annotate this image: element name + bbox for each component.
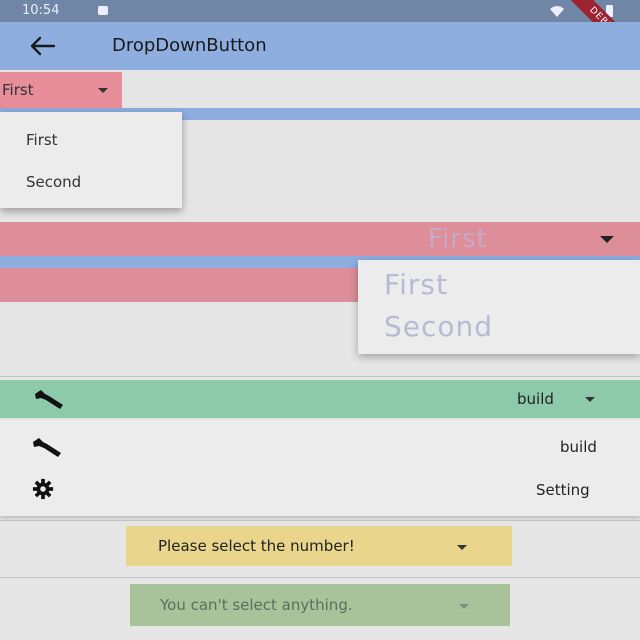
dropdown-disabled-text: You can't select anything. <box>160 596 353 614</box>
sim-icon <box>98 6 108 15</box>
caret-down-icon <box>459 604 469 609</box>
status-bar: 10:54 DEBUG <box>0 0 640 78</box>
caret-down-icon <box>600 236 614 243</box>
back-arrow-icon[interactable] <box>28 34 58 58</box>
dropdown-selected-value: build <box>517 390 554 408</box>
wifi-icon <box>550 6 564 17</box>
dropdown-underlay <box>0 268 360 302</box>
menu-item-second[interactable]: Second <box>384 310 493 343</box>
menu-item-second[interactable]: Second <box>26 173 81 191</box>
dropdown-menu: First Second <box>358 260 640 354</box>
menu-item-setting[interactable]: Setting <box>536 481 590 499</box>
dropdown-disabled: You can't select anything. <box>130 584 510 626</box>
dropdown-menu: build Setting <box>0 420 640 516</box>
menu-item-build[interactable]: build <box>560 438 597 456</box>
divider <box>0 577 640 578</box>
caret-down-icon <box>585 397 595 402</box>
wrench-icon <box>33 438 61 457</box>
dropdown-first[interactable]: First <box>0 72 122 108</box>
app-bar: DropDownButton <box>0 22 640 70</box>
dropdown-wide[interactable]: First <box>0 222 640 256</box>
status-time: 10:54 <box>22 3 60 18</box>
caret-down-icon <box>98 88 108 93</box>
gear-icon <box>32 478 54 500</box>
caret-down-icon <box>457 545 467 550</box>
menu-item-first[interactable]: First <box>384 268 448 301</box>
menu-item-first[interactable]: First <box>26 131 58 149</box>
dropdown-hint[interactable]: Please select the number! <box>126 526 512 566</box>
divider <box>0 520 640 521</box>
dropdown-build[interactable]: build <box>0 380 640 418</box>
page-title: DropDownButton <box>112 35 267 56</box>
dropdown-hint-text: Please select the number! <box>158 537 355 555</box>
dropdown-selected-value: First <box>428 224 488 254</box>
dropdown-menu: First Second <box>0 112 182 208</box>
wrench-icon <box>35 390 63 409</box>
dropdown-selected-value: First <box>2 81 34 99</box>
divider <box>0 376 640 377</box>
